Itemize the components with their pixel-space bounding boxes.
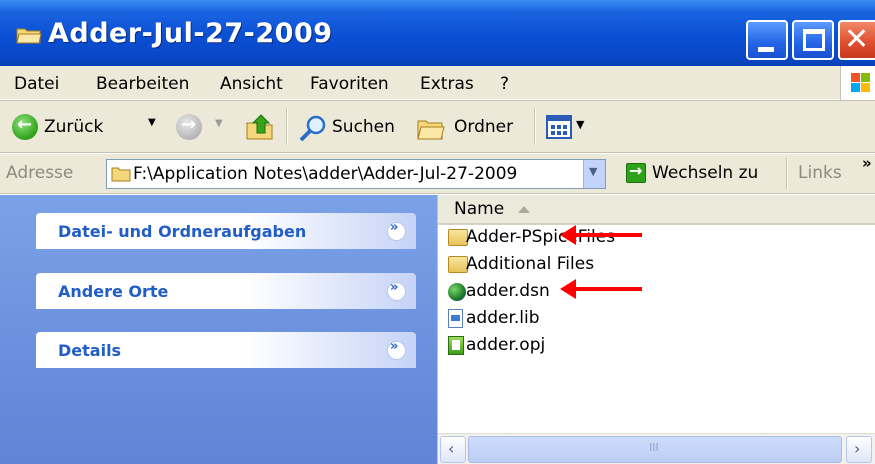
toolbar: ← Zurück ▼ → ▼ Suchen Ordner ▼ bbox=[0, 101, 875, 153]
up-folder-icon bbox=[246, 114, 273, 140]
chevron-right-icon: › bbox=[854, 439, 861, 458]
chevron-down-icon[interactable]: » bbox=[387, 280, 406, 301]
scroll-thumb[interactable]: III bbox=[468, 436, 842, 463]
back-label: Zurück bbox=[44, 117, 104, 137]
task-section-label: Andere Orte bbox=[58, 282, 169, 301]
search-button[interactable]: Suchen bbox=[296, 109, 414, 145]
file-name: Additional Files bbox=[466, 254, 595, 274]
column-header-label: Name bbox=[454, 199, 505, 219]
list-item[interactable]: Additional Files bbox=[448, 252, 628, 278]
address-dropdown-button[interactable]: ▼ bbox=[583, 160, 605, 188]
toolbar-separator bbox=[286, 109, 287, 145]
file-name: adder.dsn bbox=[466, 281, 550, 301]
views-icon bbox=[546, 115, 572, 139]
menu-bar: Datei Bearbeiten Ansicht Favoriten Extra… bbox=[0, 66, 875, 100]
forward-arrow-icon: → bbox=[176, 114, 202, 140]
task-section-label: Datei- und Ordneraufgaben bbox=[58, 222, 307, 241]
views-dropdown-icon: ▼ bbox=[576, 118, 585, 131]
views-button[interactable]: ▼ bbox=[546, 113, 596, 141]
task-section-label: Details bbox=[58, 341, 122, 360]
go-label: Wechseln zu bbox=[652, 163, 759, 183]
go-arrow-icon: → bbox=[626, 161, 646, 183]
menu-bearbeiten[interactable]: Bearbeiten bbox=[96, 74, 189, 94]
close-button[interactable]: ✕ bbox=[838, 20, 875, 60]
windows-logo-icon bbox=[840, 66, 875, 100]
library-file-icon bbox=[448, 309, 463, 328]
folders-label: Ordner bbox=[454, 117, 514, 137]
annotation-arrow bbox=[560, 225, 642, 245]
up-folder-button[interactable] bbox=[244, 111, 276, 143]
folders-button[interactable]: Ordner bbox=[414, 109, 530, 145]
minimize-icon bbox=[758, 47, 774, 52]
title-bar[interactable]: Adder-Jul-27-2009 ✕ bbox=[0, 0, 875, 66]
address-label: Adresse bbox=[6, 163, 74, 183]
menu-extras[interactable]: Extras bbox=[420, 74, 474, 94]
explorer-window: Adder-Jul-27-2009 ✕ Datei Bearbeiten Ans… bbox=[0, 0, 875, 464]
folders-icon bbox=[417, 120, 445, 140]
search-label: Suchen bbox=[332, 117, 395, 137]
back-arrow-icon: ← bbox=[12, 114, 38, 140]
scroll-right-button[interactable]: › bbox=[846, 436, 872, 463]
file-name: adder.opj bbox=[466, 335, 546, 355]
chevron-down-icon: ▼ bbox=[589, 165, 598, 178]
task-section-file-folder-tasks[interactable]: Datei- und Ordneraufgaben » bbox=[36, 213, 416, 249]
close-icon: ✕ bbox=[844, 22, 870, 57]
list-item[interactable]: adder.lib bbox=[448, 306, 588, 332]
chevron-down-icon[interactable]: » bbox=[387, 339, 406, 360]
scroll-grip: III bbox=[649, 441, 659, 454]
file-name: adder.lib bbox=[466, 308, 540, 328]
address-path: F:\Application Notes\adder\Adder-Jul-27-… bbox=[133, 164, 518, 184]
forward-button[interactable]: → bbox=[176, 114, 204, 142]
horizontal-scrollbar[interactable]: ‹ III › bbox=[438, 433, 875, 464]
address-separator bbox=[786, 158, 787, 190]
minimize-button[interactable] bbox=[746, 20, 788, 60]
links-button[interactable]: Links bbox=[798, 163, 842, 183]
menu-favoriten[interactable]: Favoriten bbox=[310, 74, 389, 94]
back-dropdown-icon[interactable]: ▼ bbox=[148, 117, 156, 128]
chevron-down-icon[interactable]: » bbox=[387, 220, 406, 241]
forward-dropdown-icon[interactable]: ▼ bbox=[215, 118, 223, 129]
folder-icon bbox=[448, 256, 468, 273]
toolbar-separator bbox=[534, 109, 535, 145]
sort-ascending-icon bbox=[518, 206, 530, 213]
menu-ansicht[interactable]: Ansicht bbox=[220, 74, 283, 94]
address-input[interactable]: F:\Application Notes\adder\Adder-Jul-27-… bbox=[106, 159, 606, 189]
project-file-icon bbox=[448, 336, 464, 355]
list-item[interactable]: adder.opj bbox=[448, 333, 588, 359]
list-item[interactable]: Adder-PSpiceFiles bbox=[448, 225, 658, 251]
menu-datei[interactable]: Datei bbox=[14, 74, 59, 94]
folder-icon bbox=[111, 167, 131, 182]
task-section-details[interactable]: Details » bbox=[36, 332, 416, 368]
chevron-left-icon: ‹ bbox=[448, 439, 455, 458]
window-title: Adder-Jul-27-2009 bbox=[48, 18, 333, 49]
menu-help[interactable]: ? bbox=[500, 74, 509, 94]
file-list: Name Adder-PSpiceFiles Additional Files … bbox=[437, 195, 875, 464]
folder-icon bbox=[448, 229, 468, 246]
annotation-arrow bbox=[560, 279, 642, 299]
file-name: Adder-PSpiceFiles bbox=[466, 227, 616, 247]
maximize-button[interactable] bbox=[792, 20, 834, 60]
maximize-icon bbox=[803, 29, 825, 51]
toolbar-overflow-chevron-icon[interactable]: » bbox=[862, 154, 872, 172]
back-button[interactable]: ← Zurück ▼ bbox=[8, 109, 158, 145]
task-pane: Datei- und Ordneraufgaben » Andere Orte … bbox=[0, 195, 437, 464]
folder-icon bbox=[16, 28, 42, 44]
design-file-icon bbox=[448, 283, 466, 301]
task-section-other-places[interactable]: Andere Orte » bbox=[36, 273, 416, 309]
address-bar: Adresse F:\Application Notes\adder\Adder… bbox=[0, 154, 875, 194]
column-header-name[interactable]: Name bbox=[438, 195, 875, 225]
search-icon bbox=[299, 115, 326, 142]
scroll-left-button[interactable]: ‹ bbox=[440, 436, 466, 463]
